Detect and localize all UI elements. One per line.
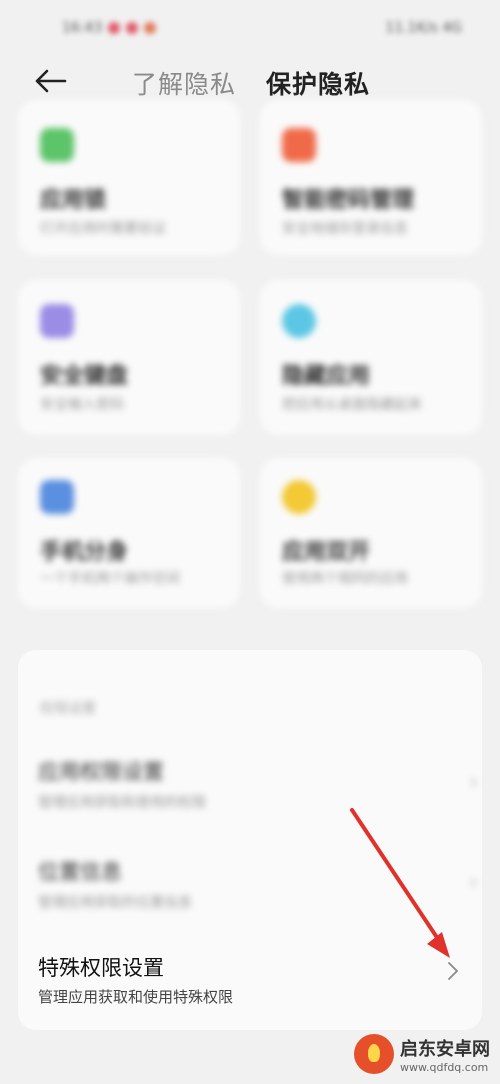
watermark-name: 启东安卓网 [400, 1038, 490, 1060]
watermark: 启东安卓网 www.qdfdq.com [354, 1034, 490, 1074]
card-title: 隐藏应用 [282, 364, 371, 389]
chevron-right-icon [448, 962, 458, 980]
status-time: 16:43 [62, 20, 103, 36]
special-permissions-subtitle: 管理应用获取和使用特殊权限 [38, 988, 234, 1006]
card-subtitle: 安全输入密码 [40, 397, 124, 413]
status-left: 16:43 [62, 20, 157, 36]
card-dual-apps[interactable]: 应用双开 使用两个相同的应用 [260, 458, 482, 608]
location-info-row[interactable]: 位置信息 管理应用获取的位置信息 › [38, 848, 478, 938]
card-hide-apps[interactable]: 隐藏应用 把应用从桌面隐藏起来 [260, 280, 482, 435]
lock-app-icon [40, 128, 74, 162]
watermark-url: www.qdfdq.com [400, 1060, 489, 1074]
card-title: 应用双开 [282, 540, 371, 565]
row-subtitle: 管理应用获取的位置信息 [38, 895, 192, 911]
card-title: 智能密码管理 [282, 188, 415, 213]
row-subtitle: 管理应用获取和使用的权限 [38, 795, 206, 811]
card-subtitle: 一个手机两个操作空间 [40, 571, 180, 587]
watermark-logo-icon [354, 1034, 394, 1074]
section-heading: 权限设置 [40, 701, 96, 717]
card-title: 手机分身 [40, 540, 129, 565]
back-arrow-icon[interactable] [35, 67, 67, 95]
tab-learn-privacy[interactable]: 了解隐私 [132, 65, 236, 101]
row-title: 位置信息 [38, 860, 122, 884]
card-password-manager[interactable]: 智能密码管理 安全地储存登录信息 [260, 100, 482, 255]
keyboard-icon [40, 304, 74, 338]
card-app-lock[interactable]: 应用锁 打开应用时需要验证 [18, 100, 240, 255]
clone-icon [40, 480, 74, 514]
status-right: 11.1K/s 4G [385, 20, 462, 36]
special-permissions-row[interactable]: 特殊权限设置 管理应用获取和使用特殊权限 [38, 950, 468, 1020]
card-subtitle: 使用两个相同的应用 [282, 571, 408, 587]
notification-icon [108, 22, 121, 34]
card-subtitle: 把应用从桌面隐藏起来 [282, 397, 422, 413]
card-secure-keyboard[interactable]: 安全键盘 安全输入密码 [18, 280, 240, 435]
row-title: 应用权限设置 [38, 760, 164, 784]
card-phone-clone[interactable]: 手机分身 一个手机两个操作空间 [18, 458, 240, 608]
chevron-right-icon: › [469, 870, 478, 895]
app-permissions-row[interactable]: 应用权限设置 管理应用获取和使用的权限 › [38, 748, 478, 838]
notification-icon [126, 22, 139, 34]
card-title: 应用锁 [40, 188, 107, 213]
tab-protect-privacy[interactable]: 保护隐私 [266, 65, 370, 101]
hide-app-icon [282, 304, 316, 338]
card-title: 安全键盘 [40, 364, 129, 389]
notification-icon [144, 22, 157, 34]
password-icon [282, 128, 316, 162]
special-permissions-title: 特殊权限设置 [38, 956, 164, 980]
card-subtitle: 打开应用时需要验证 [40, 221, 166, 237]
dual-app-icon [282, 480, 316, 514]
chevron-right-icon: › [469, 770, 478, 795]
status-bar: 16:43 11.1K/s 4G [0, 0, 500, 60]
watermark-text: 启东安卓网 www.qdfdq.com [400, 1035, 490, 1074]
card-subtitle: 安全地储存登录信息 [282, 221, 408, 237]
